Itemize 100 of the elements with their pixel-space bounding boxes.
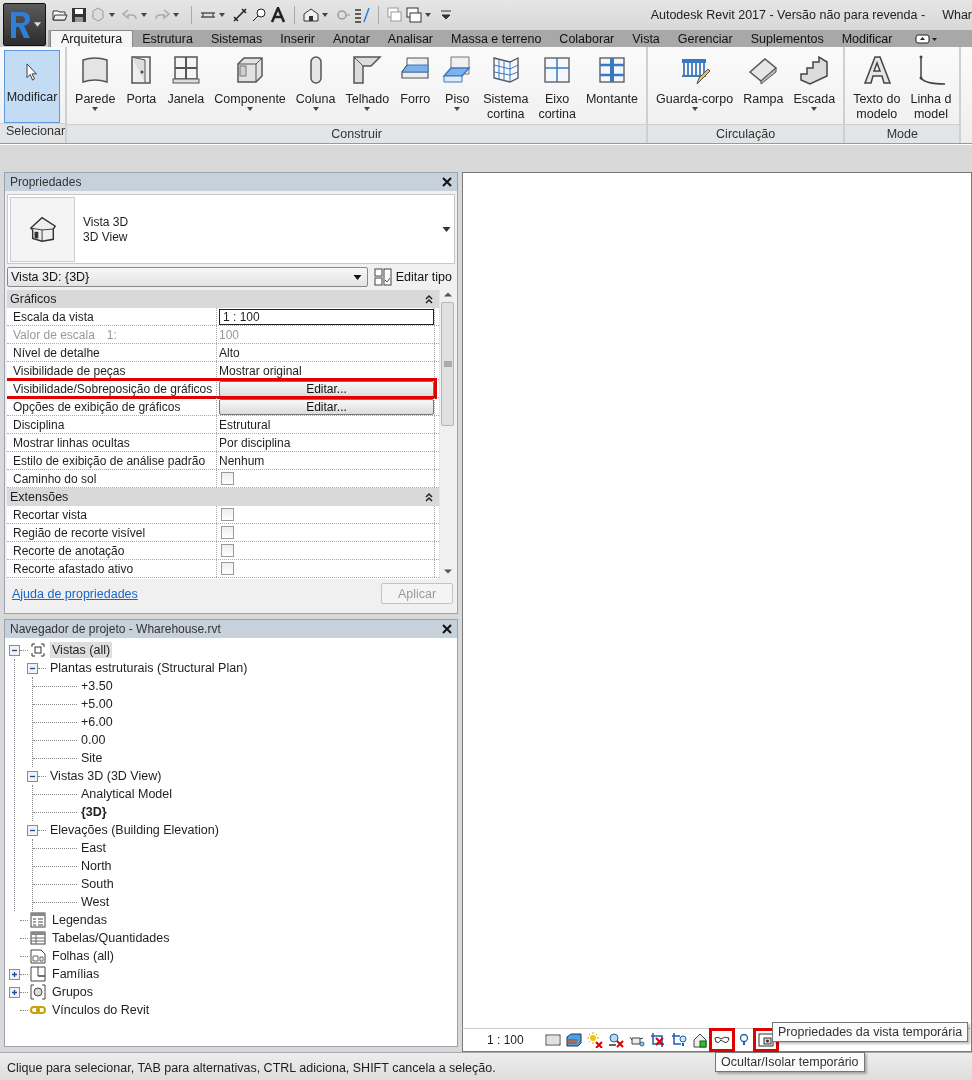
app-menu-button[interactable] [3,3,46,46]
instance-dropdown[interactable]: Vista 3D: {3D} [7,267,368,287]
ribbon-tool[interactable]: Escada [789,50,840,123]
ribbon-tab[interactable]: Massa e terreno [442,30,551,47]
collapse-icon[interactable] [425,294,433,304]
ribbon-tool[interactable]: Eixo cortina [534,50,580,123]
ribbon-tab[interactable]: Suplementos [741,30,833,47]
tree-item[interactable]: Site [79,750,105,766]
folder-icon[interactable] [52,7,68,23]
view-control-button[interactable] [669,1031,688,1049]
checkbox[interactable] [221,508,234,521]
ribbon-tab[interactable]: Estrutura [133,30,202,47]
caret-icon[interactable] [425,13,431,17]
tree-item[interactable]: Legendas [50,912,109,928]
value-field[interactable]: 1 : 100 [219,308,434,325]
house-icon[interactable] [303,7,319,23]
scroll-down-icon[interactable] [443,568,452,576]
ribbon-tool[interactable]: Linha d model [906,50,956,123]
tree-item[interactable]: Plantas estruturais (Structural Plan) [48,660,250,676]
ribbon-tab[interactable]: Arquitetura [50,30,134,47]
tree-item[interactable]: West [79,894,112,910]
ribbon-tab[interactable]: Analisar [378,30,443,47]
tree-item[interactable]: 0.00 [79,732,108,748]
tree-item[interactable]: +6.00 [79,714,115,730]
tree-item[interactable]: Grupos [50,984,95,1000]
expand-icon[interactable] [9,968,20,980]
tree-item[interactable]: Folhas (all) [50,948,116,964]
tree-item[interactable]: Elevações (Building Elevation) [48,822,221,838]
checkbox[interactable] [221,562,234,575]
ribbon-tool[interactable]: Guarda-corpo [652,50,738,123]
tree-item[interactable]: Vistas (all) [50,642,113,658]
ribbon-tool[interactable]: Modificar [4,50,60,123]
view-scale[interactable]: 1 : 100 [487,1033,524,1047]
help-link[interactable]: Ajuda de propriedades [12,586,138,601]
edit-type-button[interactable]: Editar tipo [373,268,455,286]
checkbox[interactable] [221,544,234,557]
collapse-icon[interactable] [425,492,433,502]
ribbon-tool[interactable]: Montante [581,50,643,123]
ribbon-tab[interactable]: Colaborar [550,30,624,47]
close-icon[interactable] [442,624,452,634]
switch-windows-icon[interactable] [406,7,422,23]
thin-lines-icon[interactable] [354,7,370,23]
ribbon-tool[interactable]: Telhado [341,50,394,123]
type-selector[interactable]: Vista 3D 3D View [7,194,455,264]
property-label: Recortar vista [13,507,88,522]
caret-icon[interactable] [219,13,225,17]
view-control-button[interactable] [690,1031,709,1049]
tree-item[interactable]: {3D} [79,804,109,820]
tree-item[interactable]: +5.00 [79,696,115,712]
text-icon[interactable] [270,7,286,23]
collapse-icon[interactable] [9,644,20,656]
caret-icon[interactable] [322,13,328,17]
ribbon-tool[interactable]: Texto do modelo [849,50,905,123]
ribbon-tab[interactable]: Inserir [271,30,324,47]
close-icon[interactable] [442,177,452,187]
tree-item[interactable]: Vistas 3D (3D View) [48,768,164,784]
ribbon-tab[interactable]: Sistemas [201,30,272,47]
tag-icon[interactable] [251,7,267,23]
view-control-button[interactable] [755,1031,776,1049]
view-control-button[interactable] [585,1031,604,1049]
ribbon-tool[interactable]: Rampa [739,50,788,123]
caret-icon[interactable] [173,13,179,17]
ribbon-tab[interactable]: Gerenciar [668,30,742,47]
tree-item[interactable]: Analytical Model [79,786,174,802]
tree-item[interactable]: +3.50 [79,678,115,694]
checkbox[interactable] [221,472,234,485]
tree-item[interactable]: North [79,858,114,874]
ribbon-toggle-icon[interactable] [915,33,938,44]
scroll-up-icon[interactable] [443,290,452,298]
collapse-icon[interactable] [27,770,38,782]
ribbon-tool[interactable]: Componente [210,50,290,123]
property-label: 1: [106,327,117,342]
dimension-icon[interactable] [232,7,248,23]
ribbon-tool[interactable]: Parede [71,50,120,123]
panel-title: Mode [886,126,918,141]
tree-item[interactable]: South [79,876,116,892]
view-control-button[interactable] [564,1031,583,1049]
collapse-icon[interactable] [27,662,38,674]
ribbon-tab[interactable]: Anotar [324,30,379,47]
ribbon-tab[interactable]: Vista [623,30,669,47]
view-control-button[interactable] [648,1031,667,1049]
ribbon-tool[interactable]: Forro [395,50,436,123]
tree-item[interactable]: Vínculos do Revit [50,1002,152,1018]
tree-item[interactable]: Tabelas/Quantidades [50,930,172,946]
ribbon-tool[interactable]: Janela [163,50,209,123]
ribbon-tab[interactable]: Modificar [832,30,902,47]
checkbox[interactable] [221,526,234,539]
ribbon-tool[interactable]: Sistema cortina [479,50,533,123]
collapse-icon[interactable] [27,824,38,836]
caret-icon[interactable] [109,13,115,17]
caret-icon[interactable] [141,13,147,17]
ribbon-tool[interactable]: Piso [437,50,478,123]
view-control-button[interactable] [606,1031,625,1049]
ribbon-tool[interactable]: Porta [121,50,162,123]
save-icon[interactable] [71,7,87,23]
expand-icon[interactable] [9,986,20,998]
tree-item[interactable]: East [79,840,108,856]
tree-item[interactable]: Famílias [50,966,102,982]
view-control-button[interactable] [711,1031,732,1049]
ribbon-tool[interactable]: Coluna [291,50,340,123]
